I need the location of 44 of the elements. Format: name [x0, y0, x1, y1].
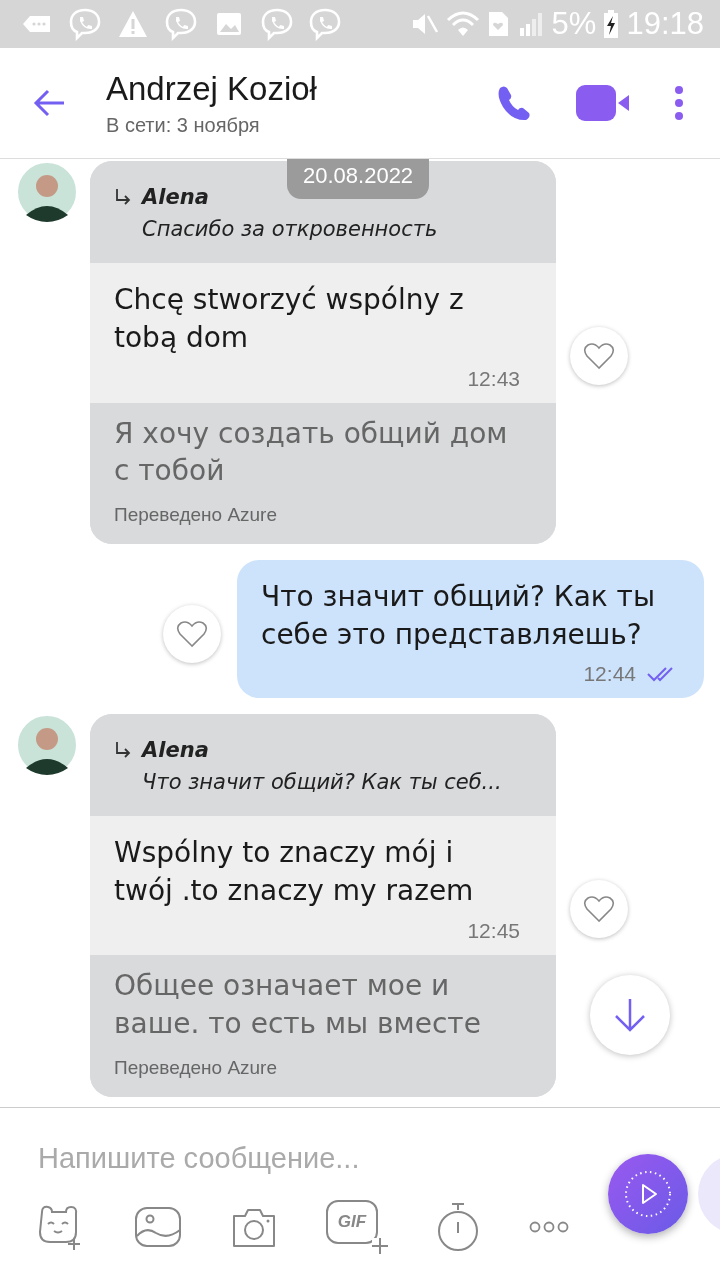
- play-icon: [623, 1169, 673, 1219]
- reply-arrow-icon: [114, 187, 132, 207]
- quoted-text: Спасибо за откровенность: [141, 217, 439, 241]
- camera-icon[interactable]: [230, 1206, 278, 1248]
- date-badge: 20.08.2022: [287, 159, 430, 199]
- contact-name: Andrzej Kozioł: [106, 69, 318, 108]
- battery-charging-icon: [602, 8, 621, 40]
- reply-author: Alena: [142, 737, 209, 762]
- translated-text: Я хочу создать общий дом с тобой: [114, 415, 509, 490]
- translated-text: Общее означает мое и ваше. то есть мы вместе: [114, 968, 482, 1043]
- heart-icon: [176, 620, 208, 648]
- translation-note: Переведено Azure: [114, 504, 278, 527]
- message-time: 12:44: [583, 661, 636, 686]
- reply-author: Alena: [142, 185, 209, 209]
- message-text: Chcę stworzyć wspólny z tobą dom: [114, 282, 465, 356]
- reply-arrow-icon: [114, 739, 132, 760]
- translation-note: Переведено Azure: [114, 1056, 278, 1079]
- gallery-icon[interactable]: [134, 1206, 182, 1248]
- message-text: Wspólny to znaczy mój i twój .to znaczy my razem: [114, 834, 475, 909]
- outgoing-message-bubble[interactable]: Что значит общий? Как ты себе это представляешь? 12:44: [237, 560, 704, 698]
- incoming-message-bubble[interactable]: Alena Что значит общий? Как ты себ... Wspólny to znaczy mój i twój .to znaczy my razem 12:45 Общее означает мое и ваше. то есть мы вместе Переведено Azure: [90, 713, 556, 1097]
- like-button[interactable]: [163, 605, 221, 663]
- phone-bubble-icon: [308, 7, 342, 41]
- heart-icon: [583, 342, 615, 370]
- phone-bubble-icon: [260, 7, 294, 41]
- message-time: 12:43: [467, 366, 520, 391]
- scroll-down-button[interactable]: [590, 975, 670, 1055]
- quoted-text: Что значит общий? Как ты себ...: [141, 769, 503, 794]
- like-button[interactable]: [570, 879, 628, 938]
- heart-icon: [583, 894, 615, 923]
- message-time: 12:45: [467, 919, 520, 944]
- phone-bubble-icon: [164, 7, 198, 41]
- message-input-field[interactable]: Напишите сообщение...: [38, 1138, 558, 1178]
- video-call-icon[interactable]: [576, 84, 630, 122]
- video-message-button[interactable]: [608, 1154, 688, 1234]
- phone-bubble-icon: [68, 7, 102, 41]
- message-text: Что значит общий? Как ты себе это представляешь?: [261, 579, 657, 653]
- last-seen-status: В сети: 3 ноября: [106, 113, 261, 137]
- more-icon[interactable]: [528, 1220, 570, 1234]
- avatar[interactable]: [16, 161, 78, 223]
- avatar[interactable]: [16, 713, 78, 776]
- more-options-icon[interactable]: [674, 85, 684, 121]
- timer-icon[interactable]: [436, 1202, 480, 1252]
- like-button[interactable]: [570, 327, 628, 385]
